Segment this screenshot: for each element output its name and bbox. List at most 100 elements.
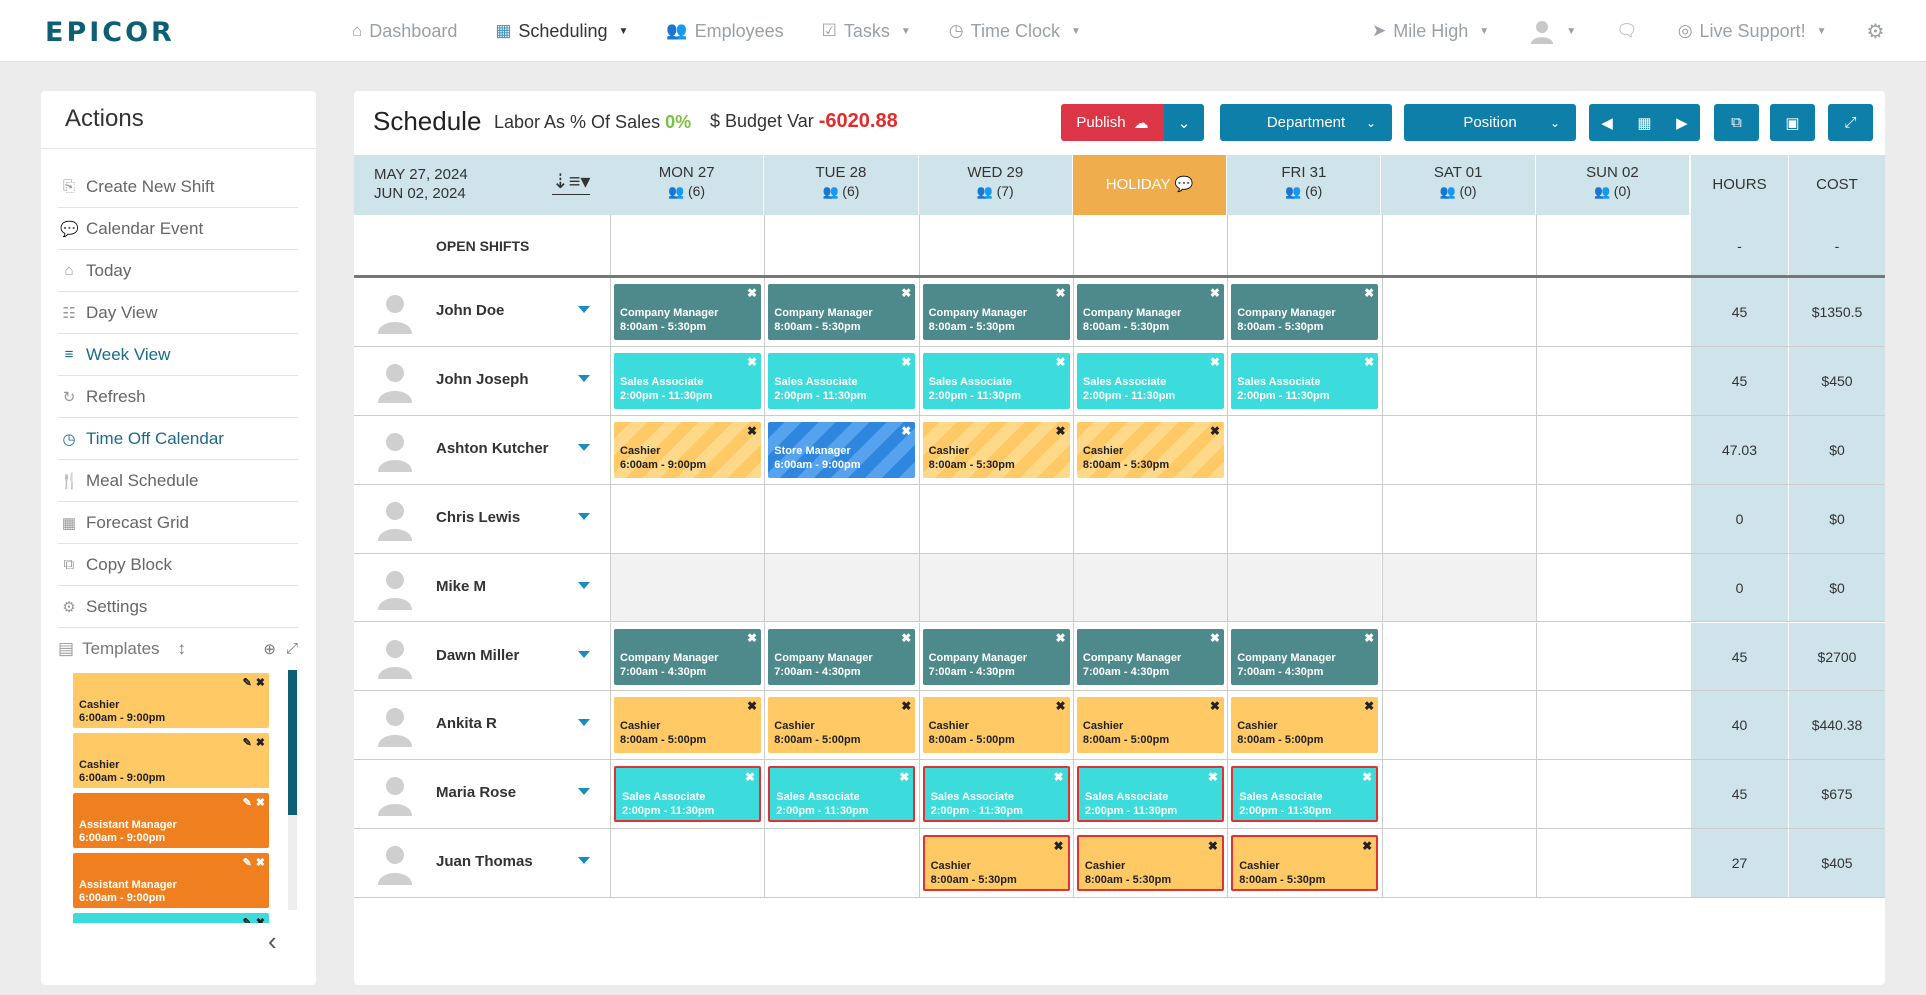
shift-cell[interactable]: ✖ Company Manager 7:00am - 4:30pm [1072,622,1227,691]
shift-block[interactable]: ✖ Sales Associate 2:00pm - 11:30pm [922,766,1070,823]
open-shift-cell[interactable] [610,215,764,275]
shift-cell[interactable] [1535,760,1690,829]
day-header-2[interactable]: WED 29 👥 (7) [919,155,1073,215]
action-calendar-event[interactable]: 💬 Calendar Event [58,208,298,250]
close-icon[interactable]: ✖ [256,737,265,750]
action-forecast-grid[interactable]: ▦ Forecast Grid [58,502,298,544]
employee-dropdown-icon[interactable] [578,650,590,658]
template-card[interactable]: ✎ ✖ [73,913,269,923]
shift-cell[interactable]: ✖ Sales Associate 2:00pm - 11:30pm [1072,346,1227,415]
close-icon[interactable]: ✖ [256,917,265,923]
export-excel-button[interactable]: ▣ [1770,104,1815,141]
nav-scheduling[interactable]: ▦ Scheduling ▼ [495,21,628,42]
shift-block[interactable]: ✖ Cashier 8:00am - 5:00pm [614,697,761,754]
shift-cell[interactable]: ✖ Company Manager 7:00am - 4:30pm [764,622,918,691]
shift-cell[interactable] [610,484,764,553]
shift-cell[interactable] [1535,622,1690,691]
employee-name[interactable]: Maria Rose [436,784,516,801]
employee-dropdown-icon[interactable] [578,443,590,451]
close-icon[interactable]: ✖ [1364,631,1374,645]
shift-cell[interactable] [610,829,764,898]
template-card[interactable]: ✎ ✖ Cashier 6:00am - 9:00pm [73,673,269,728]
shift-block[interactable]: ✖ Company Manager 7:00am - 4:30pm [614,628,761,685]
close-icon[interactable]: ✖ [747,286,757,300]
shift-block[interactable]: ✖ Cashier 8:00am - 5:00pm [922,697,1070,754]
close-icon[interactable]: ✖ [1056,631,1066,645]
shift-cell[interactable]: ✖ Cashier 8:00am - 5:00pm [610,691,764,760]
close-icon[interactable]: ✖ [1056,699,1066,713]
close-icon[interactable]: ✖ [1210,699,1220,713]
close-icon[interactable]: ✖ [1210,631,1220,645]
open-shift-cell[interactable] [1535,215,1690,275]
shift-cell[interactable]: ✖ Sales Associate 2:00pm - 11:30pm [1227,760,1381,829]
shift-cell[interactable] [1227,484,1381,553]
nav-dashboard[interactable]: ⌂ Dashboard [352,21,457,42]
employee-name[interactable]: Dawn Miller [436,647,519,664]
shift-block[interactable]: ✖ Sales Associate 2:00pm - 11:30pm [1076,352,1224,409]
shift-cell[interactable] [1072,484,1227,553]
shift-cell[interactable] [1381,278,1536,346]
employee-dropdown-icon[interactable] [578,374,590,382]
shift-cell[interactable]: ✖ Cashier 8:00am - 5:00pm [764,691,918,760]
shift-block[interactable]: ✖ Sales Associate 2:00pm - 11:30pm [768,352,916,409]
shift-cell[interactable]: ✖ Store Manager 6:00am - 9:00pm [764,415,918,484]
shift-block[interactable]: ✖ Sales Associate 2:00pm - 11:30pm [922,352,1070,409]
shift-block[interactable]: ✖ Cashier 8:00am - 5:30pm [1076,421,1224,478]
template-card[interactable]: ✎ ✖ Cashier 6:00am - 9:00pm [73,733,269,788]
close-icon[interactable]: ✖ [256,677,265,690]
shift-cell[interactable]: ✖ Cashier 8:00am - 5:00pm [918,691,1073,760]
close-icon[interactable]: ✖ [901,355,911,369]
shift-block[interactable]: ✖ Store Manager 6:00am - 9:00pm [768,421,916,478]
position-dropdown[interactable]: Position ⌄ [1404,104,1576,141]
close-icon[interactable]: ✖ [901,286,911,300]
close-icon[interactable]: ✖ [1364,355,1374,369]
shift-cell[interactable]: ✖ Sales Associate 2:00pm - 11:30pm [764,760,918,829]
open-shift-cell[interactable] [764,215,918,275]
open-shift-cell[interactable] [918,215,1073,275]
employee-dropdown-icon[interactable] [578,512,590,520]
shift-block[interactable]: ✖ Company Manager 7:00am - 4:30pm [1231,628,1379,685]
close-icon[interactable]: ✖ [1210,286,1220,300]
expand-icon[interactable]: ⤢ [286,640,298,658]
shift-block[interactable]: ✖ Cashier 8:00am - 5:30pm [1231,835,1379,892]
action-create-new-shift[interactable]: ⎘ Create New Shift [58,166,298,208]
close-icon[interactable]: ✖ [256,797,265,810]
shift-cell[interactable]: ✖ Company Manager 8:00am - 5:30pm [918,278,1073,346]
shift-block[interactable]: ✖ Cashier 8:00am - 5:00pm [768,697,916,754]
shift-cell[interactable] [1381,346,1536,415]
shift-cell[interactable]: ✖ Company Manager 8:00am - 5:30pm [1072,278,1227,346]
day-header-3[interactable]: HOLIDAY 💬 [1072,155,1228,215]
action-settings[interactable]: ⚙ Settings [58,586,298,628]
shift-block[interactable]: ✖ Sales Associate 2:00pm - 11:30pm [1231,766,1379,823]
shift-block[interactable]: ✖ Sales Associate 2:00pm - 11:30pm [1231,352,1379,409]
template-scrollbar[interactable] [288,670,297,910]
shift-cell[interactable] [1381,415,1536,484]
settings-button[interactable]: ⚙ [1867,19,1885,44]
employee-name[interactable]: John Doe [436,302,504,319]
close-icon[interactable]: ✖ [901,631,911,645]
shift-block[interactable]: ✖ Cashier 8:00am - 5:00pm [1076,697,1224,754]
shift-cell[interactable]: ✖ Sales Associate 2:00pm - 11:30pm [1072,760,1227,829]
nav-employees[interactable]: 👥 Employees [666,21,783,42]
calendar-picker-icon[interactable]: ▦ [1637,114,1651,132]
close-icon[interactable]: ✖ [1208,770,1218,784]
action-meal-schedule[interactable]: 🍴 Meal Schedule [58,460,298,502]
messages-button[interactable]: 🗨 [1616,21,1638,41]
shift-cell[interactable] [764,484,918,553]
department-dropdown[interactable]: Department ⌄ [1220,104,1392,141]
close-icon[interactable]: ✖ [1056,286,1066,300]
sort-vertical-icon[interactable]: ↕ [178,639,187,659]
shift-cell[interactable]: ✖ Cashier 8:00am - 5:30pm [918,415,1073,484]
next-week-icon[interactable]: ▶ [1676,114,1688,132]
employee-dropdown-icon[interactable] [578,857,590,865]
shift-cell[interactable] [610,553,765,622]
close-icon[interactable]: ✖ [747,699,757,713]
shift-block[interactable]: ✖ Company Manager 8:00am - 5:30pm [922,284,1070,340]
shift-block[interactable]: ✖ Sales Associate 2:00pm - 11:30pm [614,352,761,409]
employee-name[interactable]: John Joseph [436,371,529,388]
employee-dropdown-icon[interactable] [578,788,590,796]
action-week-view[interactable]: ≡ Week View [58,334,298,376]
shift-cell[interactable] [1227,553,1382,622]
close-icon[interactable]: ✖ [747,631,757,645]
template-card[interactable]: ✎ ✖ Assistant Manager 6:00am - 9:00pm [73,793,269,848]
